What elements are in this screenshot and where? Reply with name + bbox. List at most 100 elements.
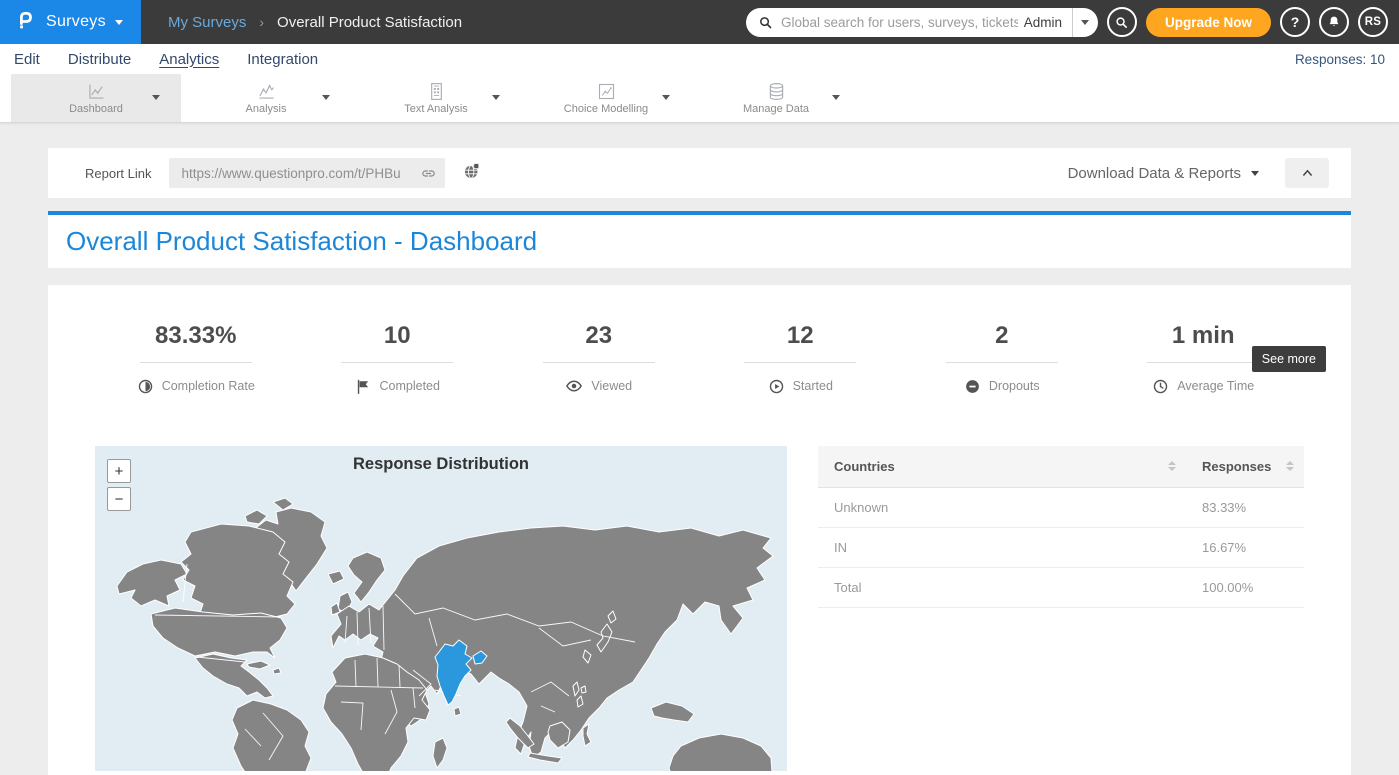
help-button[interactable]: ?	[1280, 7, 1310, 37]
report-url-input[interactable]	[181, 166, 420, 181]
trend-chart-icon	[256, 81, 277, 102]
nav-item-analytics[interactable]: Analytics	[159, 51, 219, 68]
toolbar-item-label: Text Analysis	[404, 103, 468, 115]
advanced-search-button[interactable]	[1107, 7, 1137, 37]
responses-cell: 83.33%	[1186, 487, 1304, 527]
stat-completed: 10 Completed	[297, 321, 499, 396]
table-row: IN 16.67%	[818, 527, 1304, 567]
eye-icon	[565, 377, 583, 395]
nav-item-distribute[interactable]: Distribute	[68, 51, 131, 68]
search-icon	[1114, 15, 1129, 30]
search-scope-dropdown[interactable]	[1072, 8, 1098, 37]
topbar-actions: Admin Upgrade Now ? RS	[746, 0, 1399, 44]
report-url-box	[169, 158, 445, 188]
stat-completion-rate: 83.33% Completion Rate	[95, 321, 297, 396]
stat-label-row: Completed	[355, 376, 440, 396]
search-input[interactable]	[781, 15, 1018, 30]
user-avatar[interactable]: RS	[1358, 7, 1388, 37]
zoom-in-button[interactable]: +	[107, 459, 131, 483]
divider	[744, 362, 856, 363]
questionpro-logo-icon	[15, 9, 37, 36]
chevron-down-icon[interactable]	[832, 95, 840, 100]
stat-started: 12 Started	[700, 321, 902, 396]
dashboard-content: Report Link Download Data & Reports See …	[0, 148, 1399, 775]
toolbar-item-label: Dashboard	[69, 103, 123, 115]
download-data-reports-dropdown[interactable]: Download Data & Reports	[1068, 165, 1259, 182]
stat-label-row: Completion Rate	[137, 376, 255, 396]
upgrade-now-button[interactable]: Upgrade Now	[1146, 8, 1271, 37]
completion-rate-icon	[137, 378, 154, 395]
map-zoom-controls: + −	[107, 459, 131, 511]
country-cell: Total	[818, 567, 1186, 607]
nav-item-integration[interactable]: Integration	[247, 51, 318, 68]
product-switcher[interactable]: Surveys	[0, 0, 141, 44]
chevron-down-icon[interactable]	[662, 95, 670, 100]
search-scope-label: Admin	[1018, 15, 1072, 30]
stat-label-row: Started	[768, 376, 833, 396]
breadcrumb-current: Overall Product Satisfaction	[277, 14, 462, 31]
sort-icon[interactable]	[1168, 461, 1176, 471]
chevron-down-icon[interactable]	[492, 95, 500, 100]
toolbar-item-dashboard[interactable]: Dashboard	[11, 74, 181, 122]
stat-viewed: 23 Viewed	[498, 321, 700, 396]
divider	[1147, 362, 1259, 363]
report-link-label: Report Link	[85, 166, 151, 181]
toolbar-item-analysis[interactable]: Analysis	[181, 74, 351, 122]
toolbar-item-label: Choice Modelling	[564, 103, 648, 115]
responses-count: Responses: 10	[1295, 52, 1385, 67]
stat-label: Dropouts	[989, 379, 1040, 393]
table-row: Total 100.00%	[818, 567, 1304, 607]
download-data-reports-label: Download Data & Reports	[1068, 165, 1241, 182]
text-document-icon	[426, 81, 447, 102]
response-distribution-section: Response Distribution + −	[95, 446, 1304, 771]
country-cell: IN	[818, 527, 1186, 567]
globe-settings-button[interactable]	[462, 161, 482, 186]
stat-dropouts: 2 Dropouts	[901, 321, 1103, 396]
stat-label: Viewed	[591, 379, 632, 393]
survey-nav: Edit Distribute Analytics Integration Re…	[0, 44, 1399, 74]
breadcrumb-separator: ›	[259, 14, 264, 30]
collapse-toggle-button[interactable]	[1285, 158, 1329, 188]
stat-label-row: Dropouts	[964, 376, 1040, 396]
global-search: Admin	[746, 8, 1098, 37]
divider	[140, 362, 252, 363]
clock-icon	[1152, 378, 1169, 395]
analytics-toolbar: Dashboard Analysis Text Analysis Choice …	[0, 74, 1399, 123]
sort-icon[interactable]	[1286, 461, 1294, 471]
stat-label-row: Average Time	[1152, 376, 1254, 396]
flag-icon	[355, 378, 372, 395]
toolbar-item-manage-data[interactable]: Manage Data	[691, 74, 861, 122]
countries-table-wrap: Countries Responses	[818, 446, 1304, 771]
column-header-responses[interactable]: Responses	[1186, 446, 1304, 487]
stat-label: Completion Rate	[162, 379, 255, 393]
chevron-down-icon[interactable]	[152, 95, 160, 100]
bell-icon	[1326, 14, 1342, 30]
response-distribution-map[interactable]: Response Distribution + −	[95, 446, 787, 771]
chevron-down-icon[interactable]	[322, 95, 330, 100]
zoom-out-button[interactable]: −	[107, 487, 131, 511]
column-header-countries[interactable]: Countries	[818, 446, 1186, 487]
line-chart-icon	[86, 81, 107, 102]
chevron-down-icon	[1081, 20, 1089, 25]
breadcrumb: My Surveys › Overall Product Satisfactio…	[141, 0, 746, 44]
stat-value: 23	[585, 321, 612, 351]
model-chart-icon	[596, 81, 617, 102]
countries-table: Countries Responses	[818, 446, 1304, 608]
chevron-up-icon	[1300, 166, 1315, 181]
column-header-label: Responses	[1202, 459, 1271, 474]
page-title-card: Overall Product Satisfaction - Dashboard	[48, 215, 1351, 268]
nav-item-edit[interactable]: Edit	[14, 51, 40, 68]
stat-value: 12	[787, 321, 814, 351]
link-icon[interactable]	[420, 165, 437, 182]
map-title: Response Distribution	[95, 455, 787, 474]
breadcrumb-my-surveys[interactable]: My Surveys	[168, 14, 246, 31]
toolbar-item-text-analysis[interactable]: Text Analysis	[351, 74, 521, 122]
page-title: Overall Product Satisfaction - Dashboard	[66, 226, 537, 257]
top-bar: Surveys My Surveys › Overall Product Sat…	[0, 0, 1399, 44]
toolbar-item-choice-modelling[interactable]: Choice Modelling	[521, 74, 691, 122]
world-map[interactable]	[95, 446, 787, 771]
stat-label: Started	[793, 379, 833, 393]
database-icon	[766, 81, 787, 102]
notifications-button[interactable]	[1319, 7, 1349, 37]
globe-icon	[462, 161, 482, 181]
